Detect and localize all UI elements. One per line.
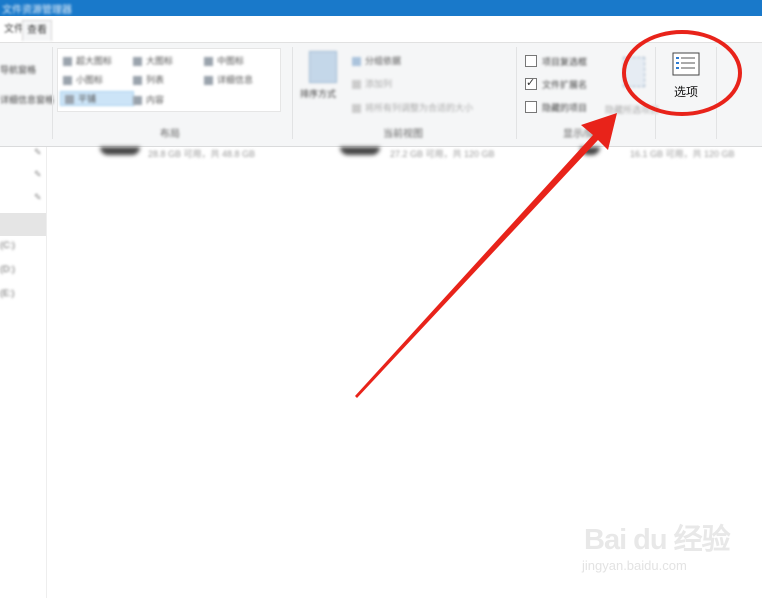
nav-drive-c[interactable]: (C:): [0, 240, 15, 250]
drive-icon[interactable]: [100, 147, 140, 155]
size-columns-icon: [352, 104, 361, 114]
layout-item-label: 列表: [146, 75, 165, 85]
ribbon: 导航窗格 详细信息窗格 超大图标 大图标 中图标 小图标 列表 详细信息 平铺 …: [0, 43, 762, 147]
title-bar: 文件资源管理器: [0, 0, 762, 16]
watermark: Bai du 经验 jingyan.baidu.com: [582, 516, 731, 573]
group-by-icon: [352, 57, 361, 67]
item-checkboxes-checkbox[interactable]: [525, 55, 537, 67]
layout-gallery: 超大图标 大图标 中图标 小图标 列表 详细信息 平铺 内容: [57, 48, 281, 112]
layout-item-label: 内容: [146, 95, 165, 105]
drive-icon[interactable]: [580, 147, 600, 155]
tiles-icon: [65, 95, 74, 105]
group-separator: [516, 47, 517, 139]
group-by-label: 分组依据: [365, 56, 402, 66]
layout-item-label: 超大图标: [76, 56, 113, 66]
options-label: 选项: [673, 85, 698, 99]
sort-by-icon: [309, 51, 337, 83]
layout-item-details[interactable]: 详细信息: [204, 73, 253, 86]
file-extensions-checkbox[interactable]: [525, 76, 537, 90]
watermark-logo: Bai du 经验: [584, 524, 731, 556]
layout-item-label: 平铺: [78, 94, 97, 104]
medium-icons-icon: [204, 57, 213, 67]
sort-by-button[interactable]: 排序方式: [300, 87, 336, 100]
layout-item-medium[interactable]: 中图标: [204, 54, 244, 67]
layout-item-large[interactable]: 大图标: [133, 54, 173, 67]
options-button[interactable]: 选项: [661, 48, 711, 112]
content-icon: [133, 96, 142, 106]
group-separator: [292, 47, 293, 139]
drive-icon[interactable]: [340, 147, 380, 155]
drive-list: 28.8 GB 可用，共 48.8 GB 27.2 GB 可用，共 120 GB…: [96, 147, 762, 161]
add-columns-label: 添加列: [365, 79, 393, 89]
nav-drive-d[interactable]: (D:): [0, 264, 15, 274]
group-label-layout: 布局: [160, 129, 180, 140]
extra-large-icons-icon: [63, 57, 72, 67]
nav-drive-e[interactable]: (E:): [0, 288, 15, 298]
layout-item-small[interactable]: 小图标: [63, 73, 103, 86]
layout-item-label: 中图标: [217, 56, 245, 66]
layout-item-tiles[interactable]: 平铺: [60, 91, 134, 106]
nav-selected-item[interactable]: [0, 213, 46, 236]
layout-item-label: 大图标: [146, 56, 174, 66]
details-icon: [204, 76, 213, 86]
group-label-show-hide: 显示/隐藏: [563, 129, 606, 140]
hide-selected-button[interactable]: 隐藏所选项目: [605, 103, 659, 116]
drive-size-text: 28.8 GB 可用，共 48.8 GB: [148, 149, 256, 159]
details-pane-button[interactable]: 详细信息窗格: [0, 93, 54, 106]
size-columns-label: 将所有列调整为合适的大小: [365, 103, 474, 113]
tab-view[interactable]: 查看: [22, 20, 52, 41]
layout-item-extra-large[interactable]: 超大图标: [63, 54, 112, 67]
size-columns-button[interactable]: 将所有列调整为合适的大小: [352, 101, 473, 114]
group-separator: [655, 47, 656, 139]
pin-icon[interactable]: ✎: [34, 147, 42, 158]
list-icon: [133, 76, 142, 86]
pin-icon[interactable]: ✎: [34, 169, 42, 180]
window-title: 文件资源管理器: [2, 5, 72, 16]
layout-item-content[interactable]: 内容: [133, 93, 164, 106]
group-by-button[interactable]: 分组依据: [352, 54, 401, 67]
watermark-url: jingyan.baidu.com: [582, 558, 687, 573]
pane-divider: [46, 147, 47, 598]
drive-size-text: 27.2 GB 可用，共 120 GB: [390, 149, 495, 159]
add-columns-button[interactable]: 添加列: [352, 77, 392, 90]
layout-item-label: 小图标: [76, 75, 104, 85]
group-separator: [52, 47, 53, 139]
item-checkboxes-label: 项目复选框: [542, 57, 588, 67]
hidden-items-label: 隐藏的项目: [542, 103, 588, 113]
navigation-pane-button[interactable]: 导航窗格: [0, 63, 36, 76]
group-label-current-view: 当前视图: [383, 129, 423, 140]
small-icons-icon: [63, 76, 72, 86]
options-icon: [672, 52, 700, 76]
hide-selected-icon: [623, 57, 645, 87]
file-extensions-label: 文件扩展名: [542, 80, 588, 90]
layout-item-label: 详细信息: [217, 75, 254, 85]
group-separator: [716, 47, 717, 139]
hidden-items-checkbox[interactable]: [525, 101, 537, 113]
pin-icon[interactable]: ✎: [34, 192, 42, 203]
layout-item-list[interactable]: 列表: [133, 73, 164, 86]
large-icons-icon: [133, 57, 142, 67]
ribbon-tabs: 文件 查看: [0, 16, 762, 43]
drive-size-text: 16.1 GB 可用，共 120 GB: [630, 149, 735, 159]
add-columns-icon: [352, 80, 361, 90]
